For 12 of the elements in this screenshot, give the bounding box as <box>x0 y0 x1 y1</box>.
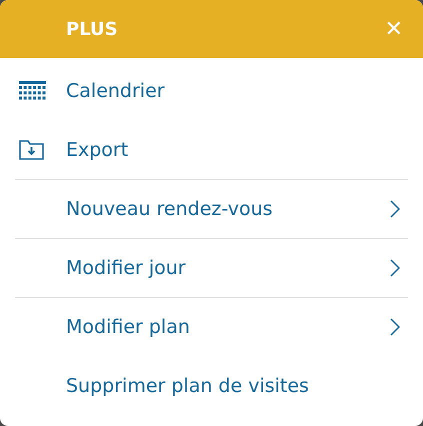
folder-download-icon <box>19 140 44 160</box>
menu-item[interactable]: Modifier plan <box>15 298 408 357</box>
menu-item[interactable]: Export <box>15 121 408 180</box>
chevron-right-icon <box>390 259 400 277</box>
chevron-right-icon <box>390 200 400 218</box>
calendar-icon <box>19 81 46 101</box>
chevron-right-icon <box>390 318 400 336</box>
menu-item[interactable]: Calendrier <box>15 62 408 121</box>
menu-item[interactable]: Supprimer plan de visites <box>15 357 408 416</box>
menu-title: PLUS <box>66 18 118 40</box>
menu-item[interactable]: Nouveau rendez-vous <box>15 180 408 239</box>
menu-item[interactable]: Modifier jour <box>15 239 408 298</box>
